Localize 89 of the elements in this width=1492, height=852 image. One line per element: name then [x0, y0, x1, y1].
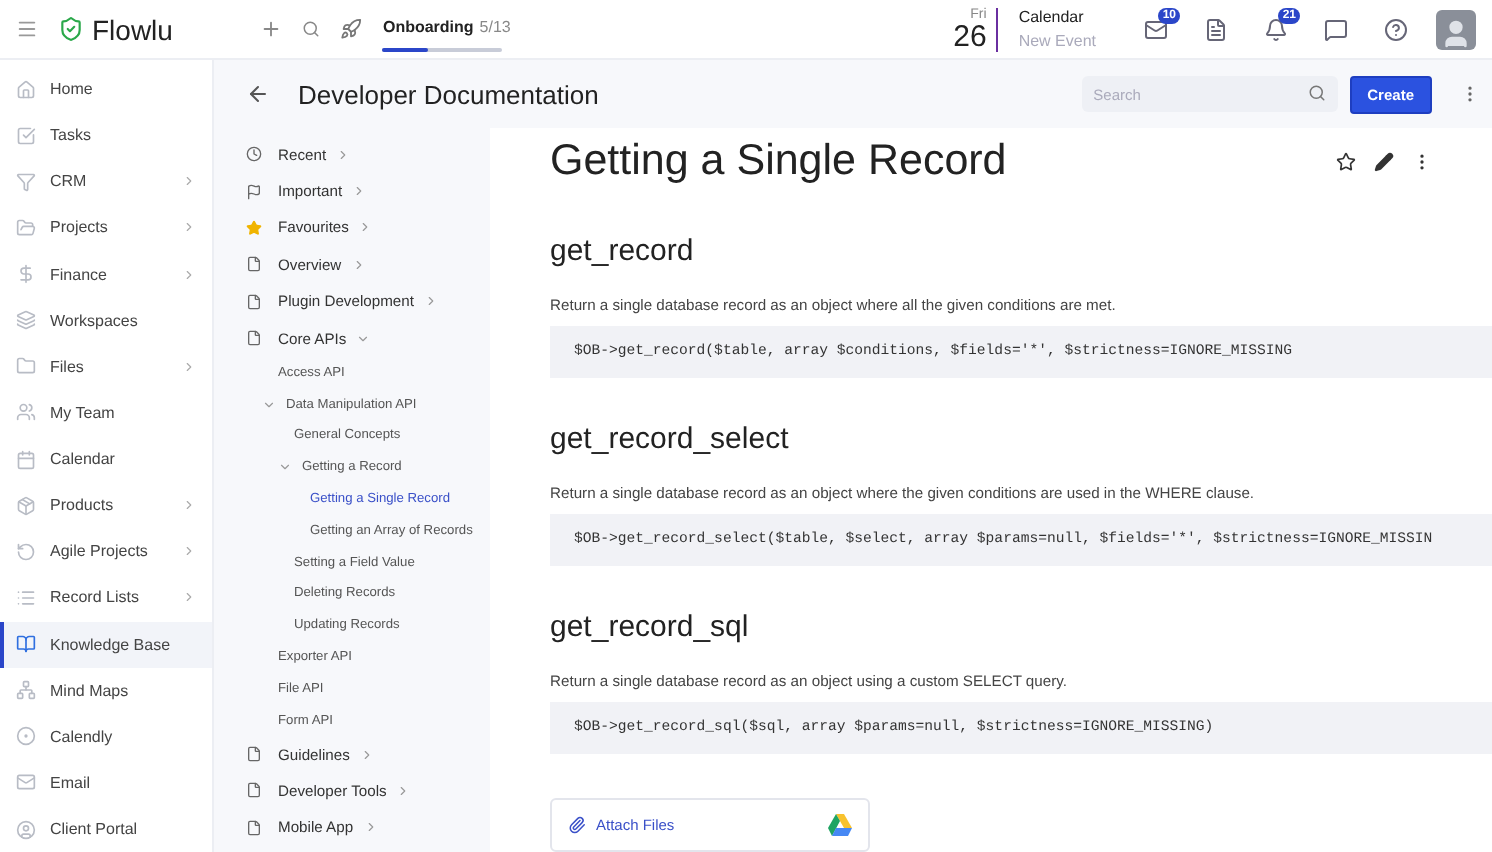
chevron-right-icon[interactable]	[359, 747, 374, 762]
paperclip-icon	[568, 816, 586, 835]
envelope-icon	[16, 772, 36, 793]
onboarding-label[interactable]: Onboarding	[382, 18, 474, 36]
menu-icon[interactable]	[16, 18, 38, 40]
checkbox-icon	[16, 125, 36, 146]
calendar-icon	[16, 449, 36, 470]
sidebar-item[interactable]: Client Portal	[0, 806, 212, 852]
list-icon	[16, 587, 36, 608]
funnel-icon	[16, 171, 36, 192]
people-icon	[16, 402, 36, 423]
sidebar-item[interactable]: My Team	[0, 389, 212, 436]
drive-icon[interactable]	[828, 814, 852, 837]
chevron-right-icon	[182, 174, 196, 189]
back-icon[interactable]	[246, 82, 270, 106]
chevron-right-icon[interactable]	[352, 184, 367, 199]
sidebar-item[interactable]: Email	[0, 759, 212, 806]
flag-icon	[246, 183, 262, 200]
sidebar-item[interactable]: Workspaces	[0, 297, 212, 344]
envelope-icon[interactable]	[1144, 17, 1168, 41]
sidebar-item[interactable]: Calendar	[0, 436, 212, 483]
search-icon[interactable]	[302, 20, 321, 38]
chat-icon[interactable]	[1324, 17, 1348, 41]
document-icon	[246, 330, 262, 347]
search-icon[interactable]	[1307, 84, 1326, 102]
sidebar-item[interactable]: Files	[0, 343, 212, 390]
chevron-down-icon[interactable]	[356, 331, 371, 346]
sidebar-item[interactable]: Home	[0, 66, 212, 113]
chevron-right-icon	[182, 498, 196, 513]
layers-icon	[16, 310, 36, 331]
pencil-icon[interactable]	[1374, 151, 1394, 172]
sidebar-item[interactable]: Mind Maps	[0, 667, 212, 714]
chevron-right-icon[interactable]	[396, 783, 411, 798]
sidebar-item[interactable]: Record Lists	[0, 574, 212, 621]
section-heading: get_record_select	[550, 422, 791, 457]
chevron-down-icon[interactable]	[262, 397, 276, 412]
folder-icon	[16, 356, 36, 377]
help-icon[interactable]	[1384, 17, 1408, 41]
article-title: Getting a Single Record	[550, 136, 1009, 187]
chevron-right-icon[interactable]	[358, 220, 373, 235]
sidebar-item[interactable]: Knowledge Base	[0, 621, 212, 668]
document-icon	[246, 819, 262, 836]
chevron-right-icon	[182, 267, 196, 282]
sidebar-item[interactable]: Projects	[0, 204, 212, 251]
star-icon	[246, 219, 262, 236]
book-icon	[16, 634, 36, 655]
sidebar-item[interactable]: CRM	[0, 158, 212, 205]
document-icon	[246, 256, 262, 273]
note-icon[interactable]	[1204, 17, 1228, 41]
cycle-icon	[16, 541, 36, 562]
onboarding-count: 5/13	[479, 18, 511, 36]
chevron-right-icon[interactable]	[423, 294, 438, 309]
sidebar-item[interactable]: Calendly	[0, 713, 212, 760]
day-number: 26	[953, 21, 987, 51]
document-icon	[246, 782, 262, 799]
plus-icon[interactable]	[260, 18, 283, 40]
calendar-title[interactable]: Calendar	[1018, 8, 1096, 26]
sidebar-item[interactable]: Tasks	[0, 112, 212, 159]
bell-icon[interactable]	[1264, 17, 1288, 41]
page-title: Developer Documentation	[298, 79, 601, 109]
sidebar-item[interactable]: Agile Projects	[0, 528, 212, 575]
shield-check-icon	[58, 16, 84, 42]
chevron-right-icon	[182, 359, 196, 374]
package-icon	[16, 495, 36, 516]
house-icon	[16, 79, 36, 100]
chevron-right-icon[interactable]	[336, 147, 351, 162]
star-icon[interactable]	[1336, 151, 1356, 172]
chevron-right-icon	[182, 220, 196, 235]
calendar-subtitle: New Event	[1018, 32, 1096, 50]
avatar[interactable]	[1436, 9, 1476, 49]
network-icon	[16, 680, 36, 701]
sidebar-item[interactable]: Products	[0, 482, 212, 529]
document-icon	[246, 293, 262, 310]
section-heading: get_record_sql	[550, 610, 751, 645]
chevron-right-icon[interactable]	[351, 257, 366, 272]
folder-icon	[16, 217, 36, 238]
circle-icon	[16, 726, 36, 747]
rocket-icon[interactable]	[340, 18, 363, 40]
chevron-right-icon	[182, 590, 196, 605]
section-heading: get_record	[550, 234, 696, 269]
chevron-down-icon[interactable]	[278, 460, 292, 475]
brand-name: Flowlu	[92, 13, 173, 45]
sidebar-item[interactable]: Finance	[0, 251, 212, 298]
person-icon	[16, 819, 36, 840]
chevron-right-icon	[182, 544, 196, 559]
dollar-icon	[16, 264, 36, 285]
document-icon	[246, 746, 262, 763]
clock-icon	[246, 146, 262, 163]
chevron-right-icon[interactable]	[363, 820, 378, 835]
